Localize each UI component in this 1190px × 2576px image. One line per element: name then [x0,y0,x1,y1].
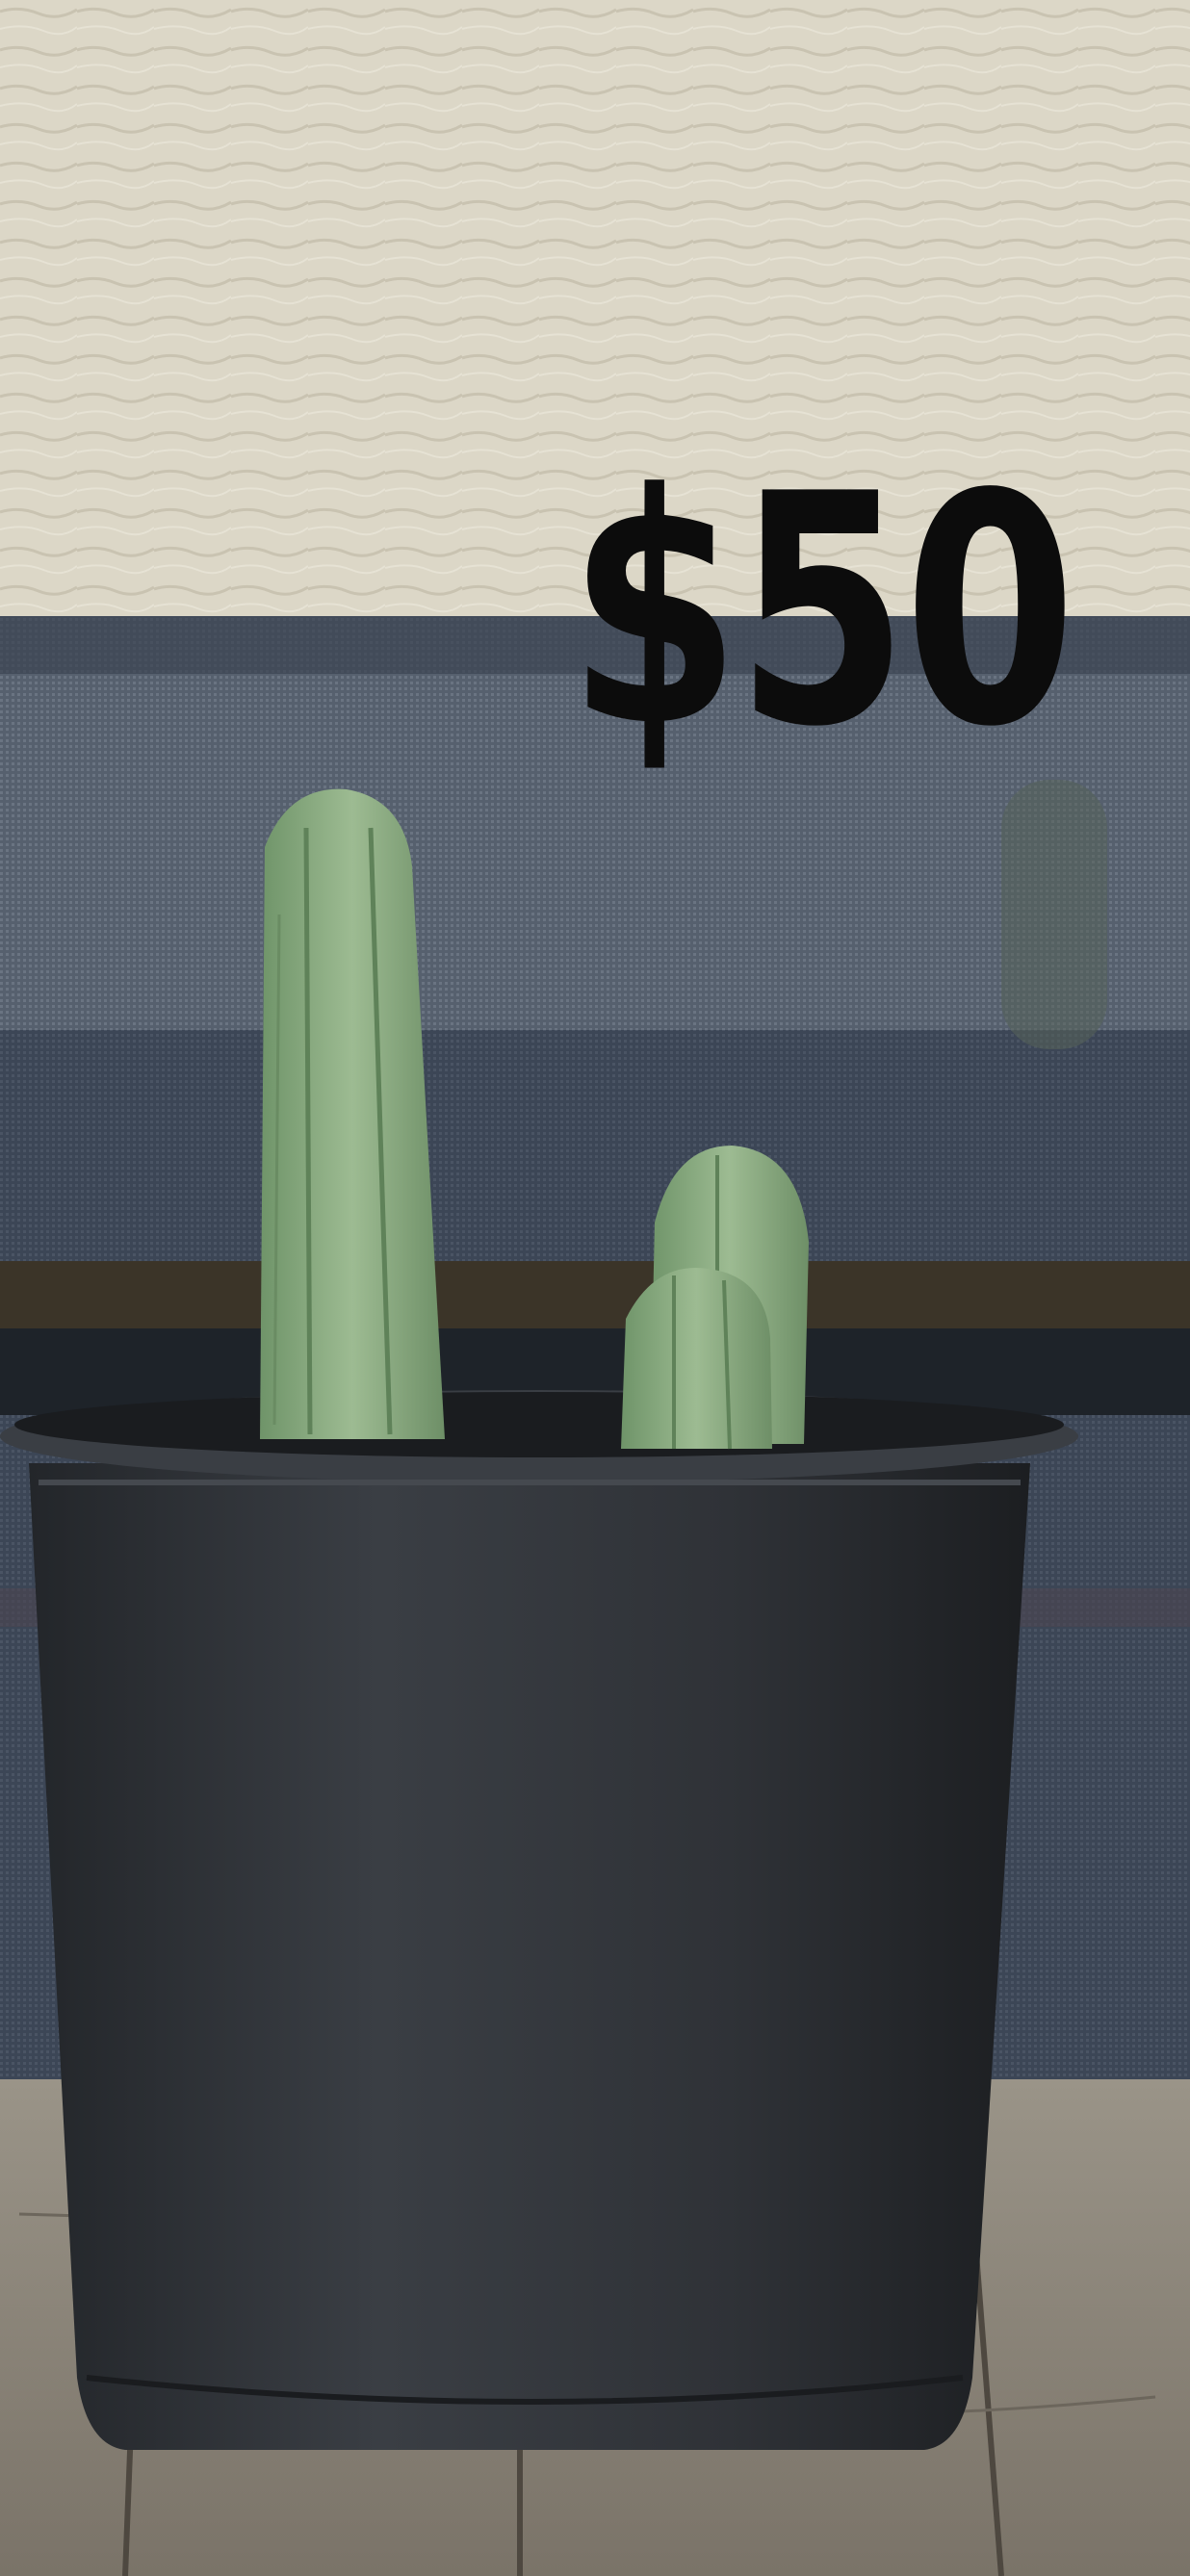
product-photo [0,0,1190,2576]
price-label: $50 [568,426,1076,796]
black-plant-pot [0,1390,1078,2450]
